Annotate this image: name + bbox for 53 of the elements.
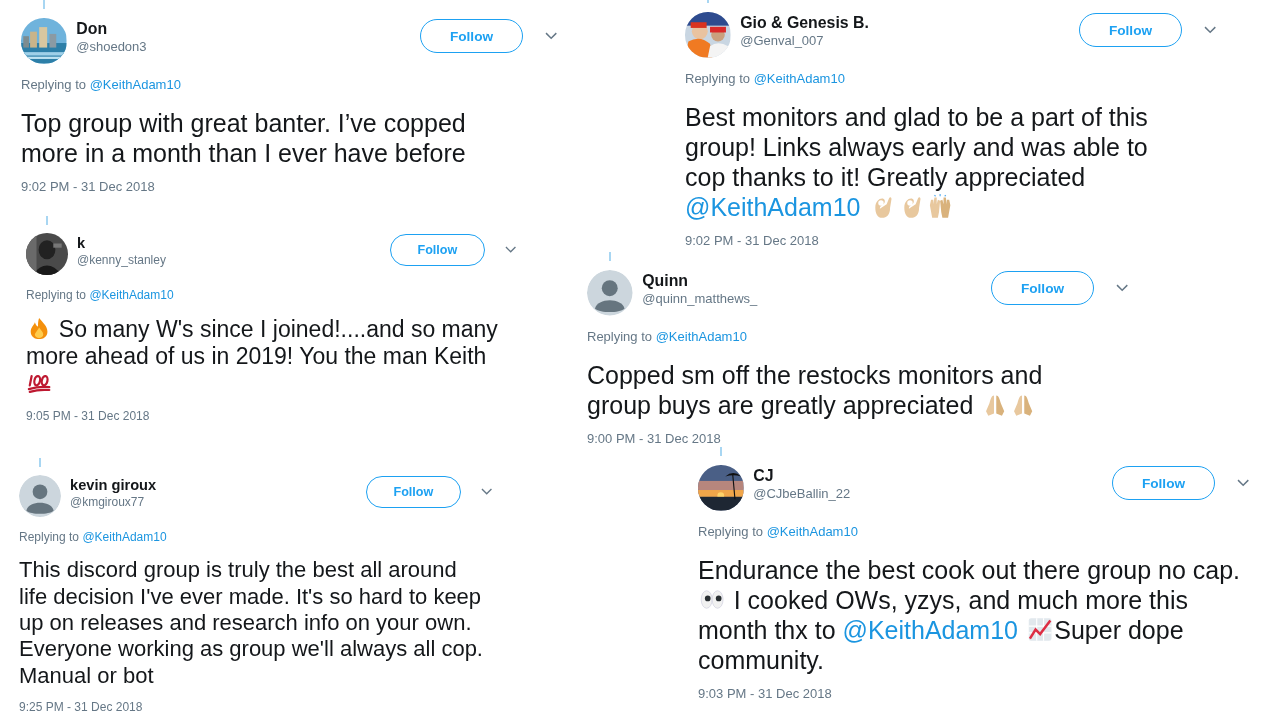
chevron-down-icon[interactable] — [1115, 283, 1129, 293]
user-name: k — [77, 233, 87, 253]
chevron-down-icon[interactable] — [1203, 25, 1217, 35]
user-name: kevin giroux — [70, 475, 157, 495]
mention-link[interactable]: @KeithAdam10 — [842, 615, 1018, 644]
timestamp: 9:02 PM - 31 Dec 2018 — [21, 179, 156, 197]
default-avatar-icon — [19, 475, 61, 517]
chevron-down-icon[interactable] — [544, 31, 558, 41]
user-name: Quinn — [642, 270, 690, 291]
follow-button[interactable]: Follow — [991, 271, 1094, 306]
user-handle: @quinn_matthews_ — [642, 291, 758, 309]
follow-button[interactable]: Follow — [420, 19, 523, 54]
user-name: Don — [76, 18, 109, 39]
chevron-down-icon[interactable] — [1236, 478, 1250, 488]
user-handle: @kenny_stanley — [77, 252, 166, 269]
timestamp: 9:03 PM - 31 Dec 2018 — [698, 686, 833, 704]
reply-context: Replying to @KeithAdam10 — [698, 524, 859, 542]
user-handle: @CJbeBallin_22 — [753, 486, 851, 504]
mention-link[interactable]: @KeithAdam10 — [82, 529, 167, 544]
tweet-text: So many W's since I joined!....and so many more ahead of us in 2019! You the man Keith — [26, 315, 504, 399]
user-name: Gio & Genesis B. — [740, 12, 869, 33]
timestamp: 9:00 PM - 31 Dec 2018 — [587, 431, 722, 449]
tweet-text: Endurance the best cook out there group no cap. I cooked OWs, yzys, and much more this month thx to @KeithAdam10 Super dope community. — [698, 554, 1242, 675]
reply-context: Replying to @KeithAdam10 — [26, 287, 175, 304]
reply-context: Replying to @KeithAdam10 — [587, 329, 748, 347]
mention-link[interactable]: @KeithAdam10 — [685, 192, 861, 221]
timestamp: 9:05 PM - 31 Dec 2018 — [26, 409, 151, 425]
user-handle: @shoedon3 — [76, 39, 147, 57]
reply-context: Replying to @KeithAdam10 — [19, 529, 168, 546]
timestamp: 9:25 PM - 31 Dec 2018 — [19, 700, 144, 716]
tweet-text: Best monitors and glad to be a part of this group! Links always early and was able to cop thanks to it! Greatly appreciated @KeithAdam10 — [685, 101, 1149, 222]
default-avatar-icon — [587, 270, 633, 316]
reply-context: Replying to @KeithAdam10 — [685, 71, 846, 89]
tweet-text: This discord group is truly the best all around life decision I've ever made. It's so hard to keep up on releases and research info on your own. Everyone working as group we'll always all cop. Manual or bot — [19, 557, 484, 690]
reply-context: Replying to @KeithAdam10 — [21, 77, 182, 95]
timestamp: 9:02 PM - 31 Dec 2018 — [685, 233, 820, 251]
tweet-text: Copped sm off the restocks monitors and group buys are greatly appreciated — [587, 359, 1044, 420]
mention-link[interactable]: @KeithAdam10 — [766, 524, 858, 540]
mention-link[interactable]: @KeithAdam10 — [655, 329, 747, 345]
mention-link[interactable]: @KeithAdam10 — [89, 77, 181, 93]
user-handle: @kmgiroux77 — [70, 494, 146, 511]
follow-button[interactable]: Follow — [1079, 13, 1182, 48]
mention-link[interactable]: @KeithAdam10 — [753, 71, 845, 87]
mention-link[interactable]: @KeithAdam10 — [89, 287, 174, 302]
chevron-down-icon[interactable] — [481, 487, 493, 496]
user-name: CJ — [753, 465, 775, 486]
chevron-down-icon[interactable] — [505, 245, 517, 254]
user-handle: @Genval_007 — [740, 33, 825, 51]
chart-increasing-icon — [1026, 616, 1053, 642]
follow-button[interactable]: Follow — [366, 476, 461, 508]
tweet-text: Top group with great banter. I’ve copped more in a month than I ever have before — [21, 107, 467, 168]
follow-button[interactable]: Follow — [1112, 466, 1215, 501]
follow-button[interactable]: Follow — [390, 234, 485, 266]
